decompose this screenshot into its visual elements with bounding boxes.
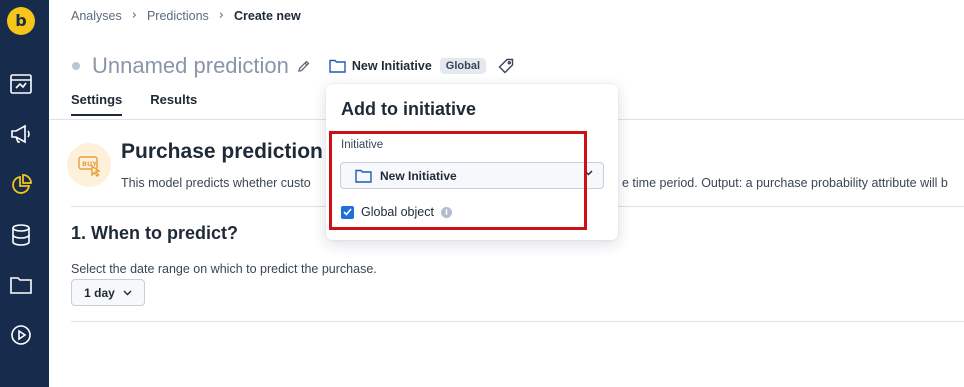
date-range-select[interactable]: 1 day: [71, 279, 145, 306]
pie-chart-icon[interactable]: [9, 173, 33, 197]
tab-settings[interactable]: Settings: [71, 92, 123, 116]
breadcrumb-predictions[interactable]: Predictions: [147, 9, 209, 23]
logo-letter: b: [15, 11, 27, 30]
global-badge: Global: [439, 58, 487, 74]
app-logo[interactable]: b: [7, 7, 35, 35]
svg-text:BUY: BUY: [82, 160, 97, 168]
page-title[interactable]: Unnamed prediction: [92, 53, 289, 79]
folder-icon[interactable]: [9, 273, 33, 297]
date-range-label: Select the date range on which to predic…: [71, 262, 377, 276]
tag-icon[interactable]: [498, 58, 514, 74]
dashboard-icon[interactable]: [9, 72, 33, 96]
megaphone-icon[interactable]: [9, 122, 33, 146]
model-heading: Purchase prediction: [121, 140, 323, 163]
database-icon[interactable]: [9, 223, 33, 247]
breadcrumb-current: Create new: [233, 8, 301, 23]
sidebar: b: [0, 0, 49, 387]
folder-icon: [329, 59, 346, 73]
play-circle-icon[interactable]: [9, 323, 33, 347]
breadcrumb-analyses[interactable]: Analyses: [71, 9, 122, 23]
breadcrumb-separator: ›: [131, 8, 137, 23]
model-description: This model predicts whether custo: [121, 176, 311, 190]
status-dot: [72, 62, 80, 70]
title-row: Unnamed prediction New Initiative Global: [72, 53, 514, 79]
initiative-name[interactable]: New Initiative: [352, 59, 432, 73]
highlight-box: [329, 131, 587, 230]
buy-icon: BUY: [67, 143, 111, 187]
section-title: 1. When to predict?: [71, 223, 239, 243]
breadcrumb: Analyses › Predictions › Create new: [71, 8, 301, 23]
add-to-initiative-popover: Add to initiative Initiative New Initiat…: [326, 84, 618, 240]
tab-results[interactable]: Results: [150, 92, 197, 116]
popover-title: Add to initiative: [341, 99, 476, 119]
pencil-icon[interactable]: [297, 59, 311, 73]
date-range-value: 1 day: [84, 285, 115, 300]
tab-bar: Settings Results: [71, 92, 197, 116]
section-divider: [71, 321, 964, 322]
model-description-continued: e time period. Output: a purchase probab…: [622, 176, 948, 190]
breadcrumb-separator: ›: [218, 8, 224, 23]
chevron-down-icon: [123, 290, 132, 295]
